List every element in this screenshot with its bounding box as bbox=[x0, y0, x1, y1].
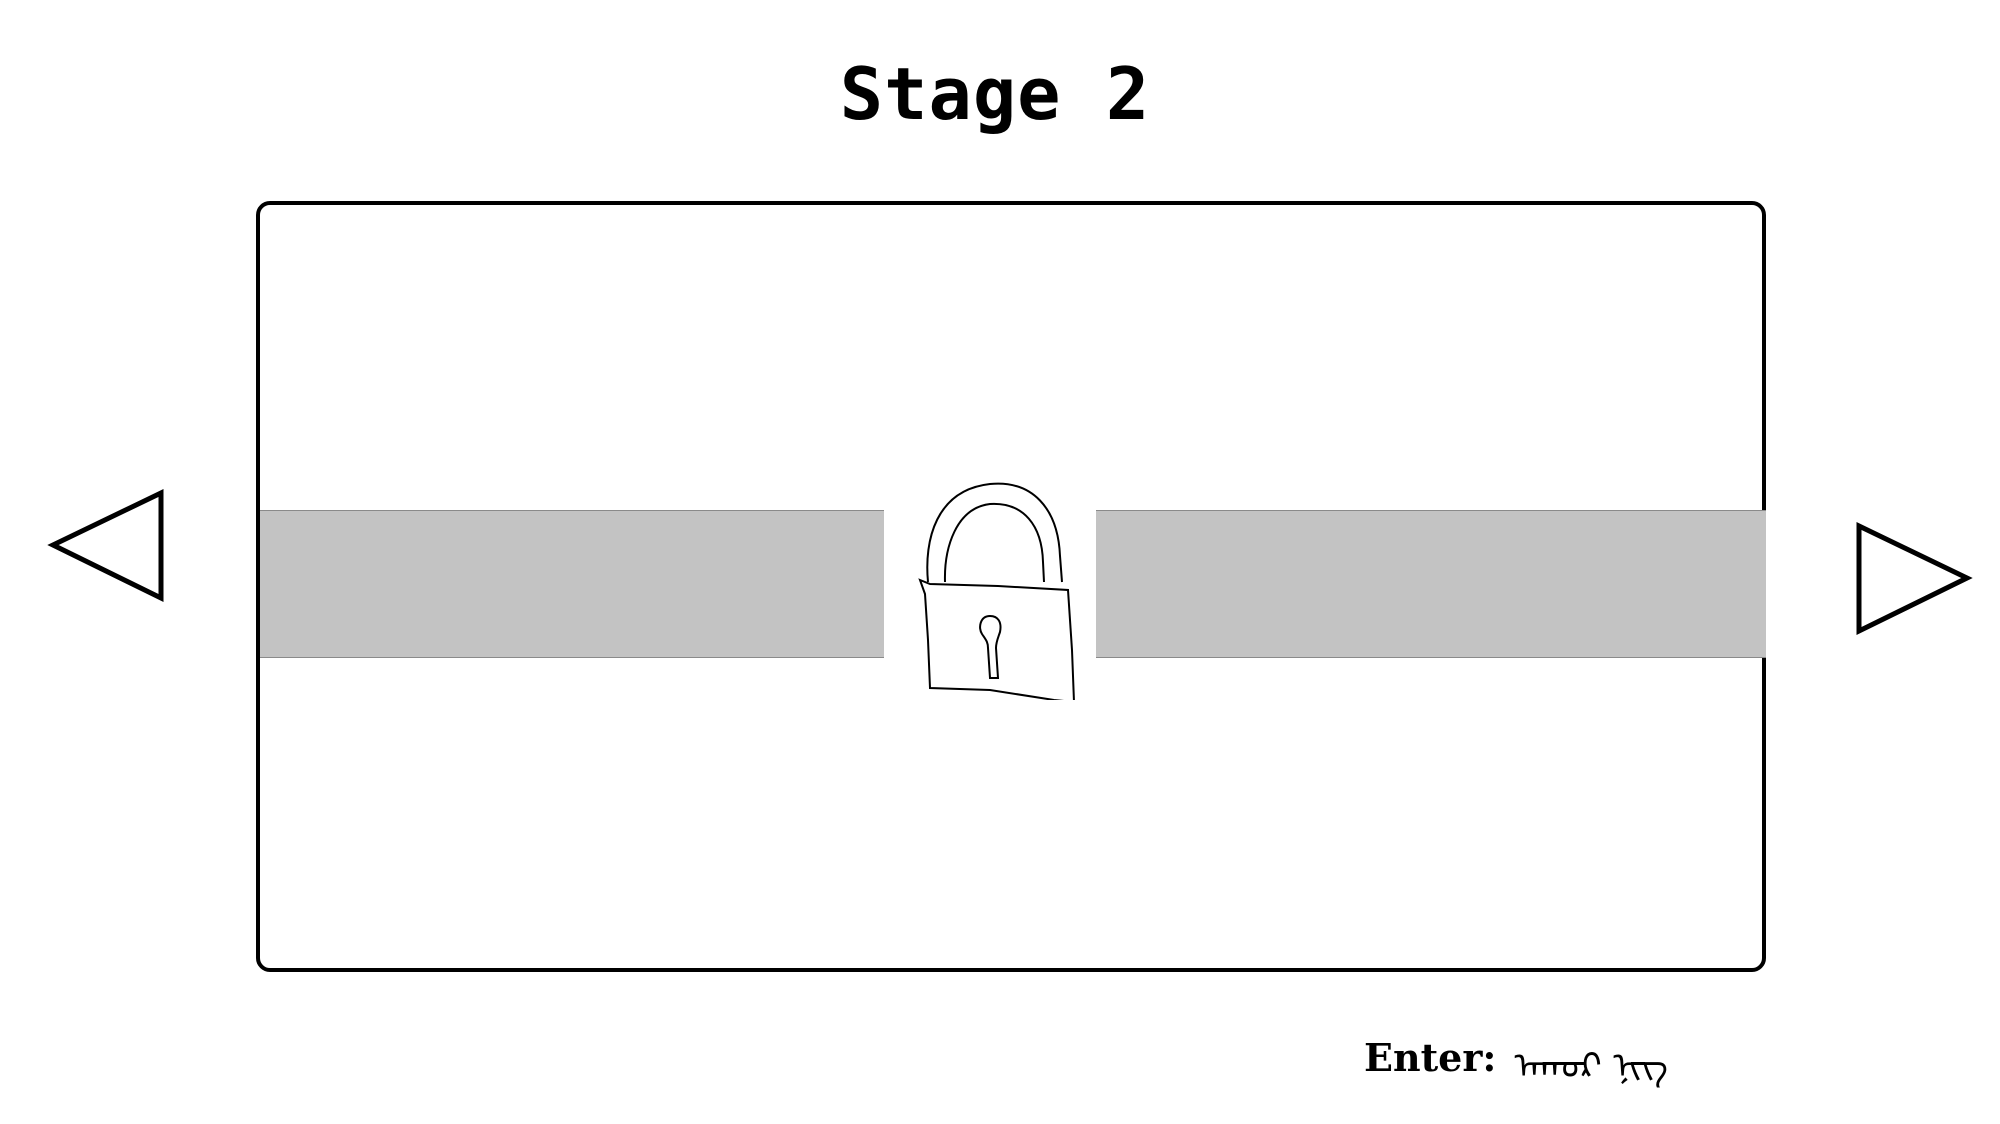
triangle-right-icon bbox=[1856, 522, 1973, 636]
answer-entry[interactable]: Enter: ᠠᠬᠣᠷ ᠨᠢᠭ bbox=[1364, 1032, 1668, 1087]
triangle-left-icon bbox=[47, 489, 164, 603]
padlock-icon[interactable] bbox=[900, 470, 1090, 700]
track-left bbox=[260, 510, 884, 658]
prev-stage-button[interactable] bbox=[46, 488, 166, 608]
track-right bbox=[1096, 510, 1766, 658]
answer-value[interactable]: ᠠᠬᠣᠷ ᠨᠢᠭ bbox=[1514, 1026, 1668, 1089]
page-title: Stage 2 bbox=[839, 52, 1151, 136]
next-stage-button[interactable] bbox=[1854, 521, 1974, 641]
answer-label: Enter: bbox=[1364, 1034, 1497, 1080]
stage-panel bbox=[256, 201, 1766, 972]
